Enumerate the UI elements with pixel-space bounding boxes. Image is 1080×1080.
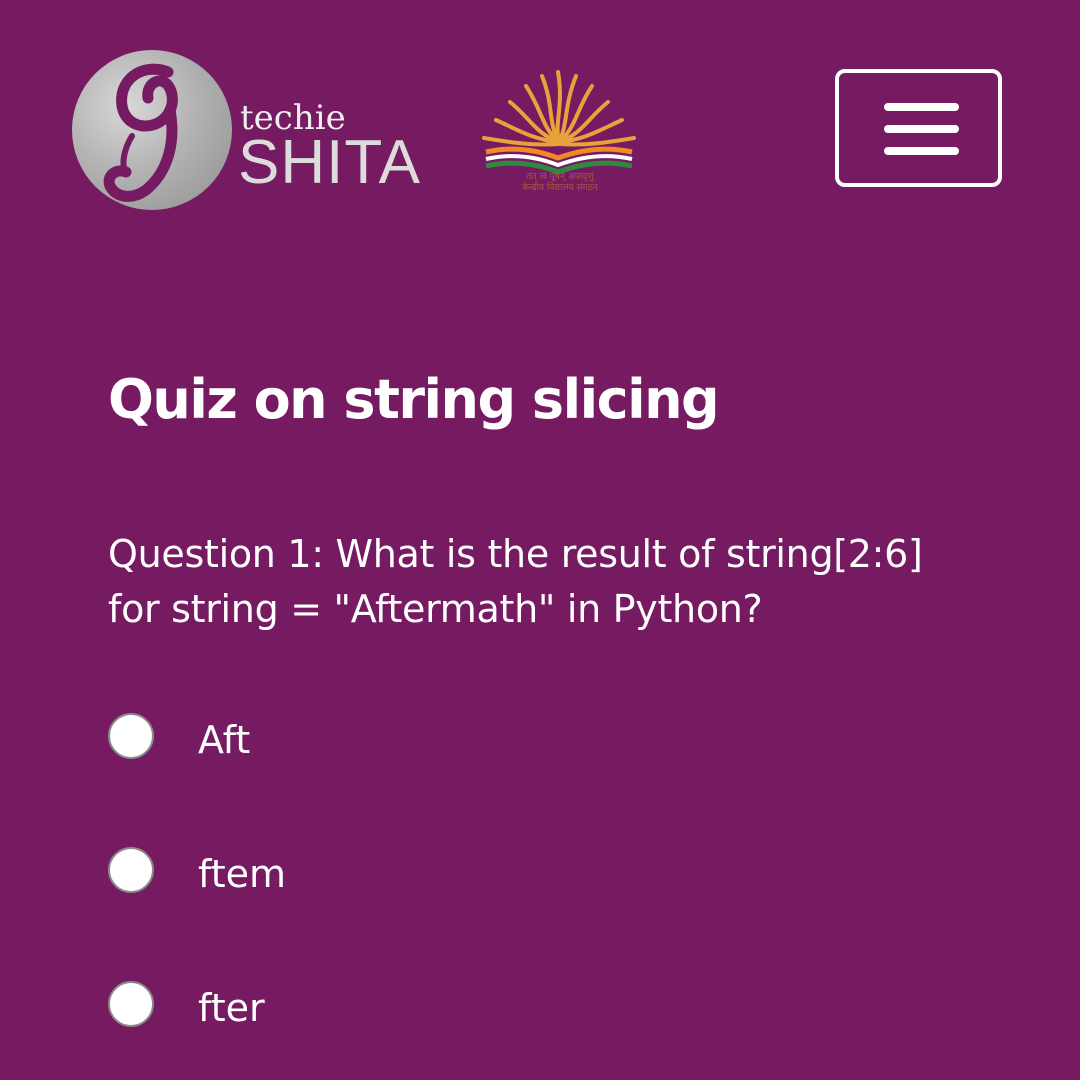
radio-button[interactable] bbox=[108, 713, 154, 759]
radio-button[interactable] bbox=[108, 981, 154, 1027]
emblem-org-name: केन्द्रीय विद्यालय संगठन bbox=[522, 183, 598, 193]
quiz-title: Quiz on string slicing bbox=[108, 368, 720, 431]
option-label: ftem bbox=[198, 852, 287, 896]
menu-bar-top bbox=[884, 103, 959, 111]
stylized-s-glyph-icon bbox=[103, 63, 178, 202]
site-header: techie SHITA तत् त्वं पूषन् अपावृणु केन्… bbox=[0, 0, 1080, 240]
emblem-motto: तत् त्वं पूषन् अपावृणु bbox=[526, 172, 594, 182]
kvs-emblem-caption: तत् त्वं पूषन् अपावृणु केन्द्रीय विद्याल… bbox=[500, 172, 620, 194]
option-label: fter bbox=[198, 986, 265, 1030]
logo-text-shita: SHITA bbox=[238, 128, 421, 197]
question-text: Question 1: What is the result of string… bbox=[108, 532, 923, 631]
menu-bar-bottom bbox=[884, 147, 959, 155]
option-aft[interactable]: Aft bbox=[108, 713, 608, 773]
option-label: Aft bbox=[198, 718, 251, 762]
option-fter[interactable]: fter bbox=[108, 981, 608, 1041]
menu-bar-middle bbox=[884, 125, 959, 133]
techie-shita-logo-mark[interactable] bbox=[72, 50, 232, 210]
menu-toggle-button[interactable] bbox=[835, 69, 1002, 187]
radio-button[interactable] bbox=[108, 847, 154, 893]
option-ftem[interactable]: ftem bbox=[108, 847, 608, 907]
